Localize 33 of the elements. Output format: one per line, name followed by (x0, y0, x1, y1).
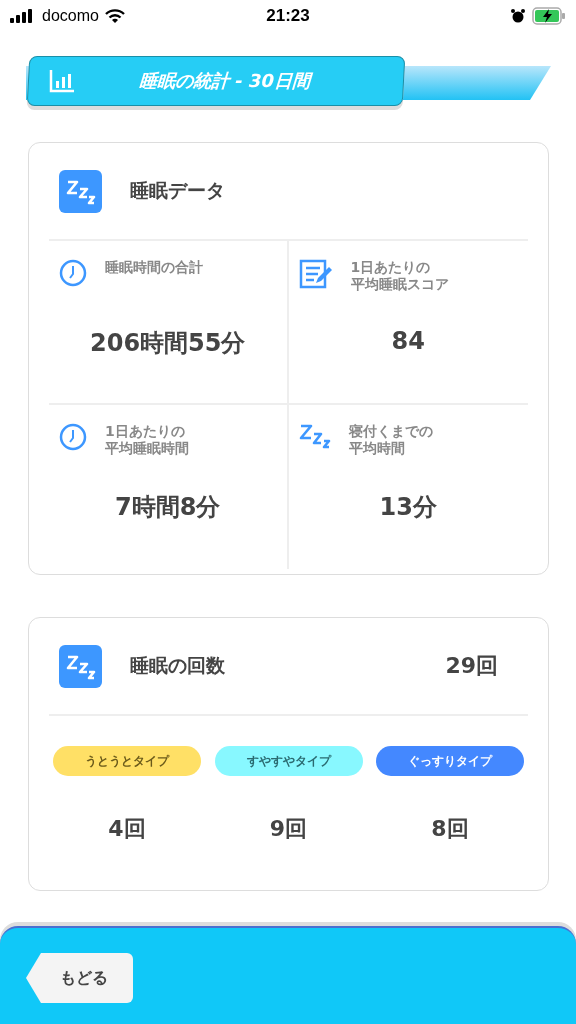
total-count: 29回 (445, 652, 498, 680)
clock-icon (59, 423, 87, 451)
stat-label: 平均睡眠スコア (350, 275, 449, 293)
stat-label: 平均時間 (348, 439, 405, 457)
bar-chart-icon (49, 69, 75, 93)
type-tag: ぐっすりタイプ (376, 746, 524, 776)
type-count: 9回 (269, 815, 308, 843)
type-count: 8回 (431, 815, 469, 843)
sleep-icon (298, 423, 331, 449)
clock-time: 21:23 (266, 6, 310, 26)
type-tag: すやすやタイプ (214, 746, 363, 776)
stat-label: 1日あたりの (350, 259, 431, 276)
clock-icon (59, 259, 87, 287)
memo-pencil-icon (298, 259, 333, 289)
wifi-icon (104, 8, 125, 24)
page-title: 睡眠の統計 - 30日間 (138, 69, 311, 93)
card-title: 睡眠データ (130, 178, 225, 203)
type-tag: うとうとタイプ (53, 746, 201, 776)
stat-label: 1日あたりの (105, 423, 185, 440)
stat-value: 206時間55分 (89, 328, 247, 359)
stat-label: 睡眠時間の合計 (105, 259, 203, 276)
stat-label: 平均睡眠時間 (105, 439, 189, 457)
stat-value: 84 (390, 327, 426, 355)
sleep-icon (59, 169, 102, 213)
carrier-name: docomo (42, 7, 99, 25)
stat-value: 7時間8分 (114, 492, 222, 523)
sleep-icon (59, 644, 102, 688)
back-button[interactable]: もどる (26, 953, 133, 1003)
stat-value: 13分 (378, 492, 438, 523)
type-count: 4回 (108, 815, 146, 843)
card-title: 睡眠の回数 (130, 653, 225, 678)
stat-label: 寝付くまでの (348, 423, 433, 440)
alarm-icon (510, 8, 526, 24)
